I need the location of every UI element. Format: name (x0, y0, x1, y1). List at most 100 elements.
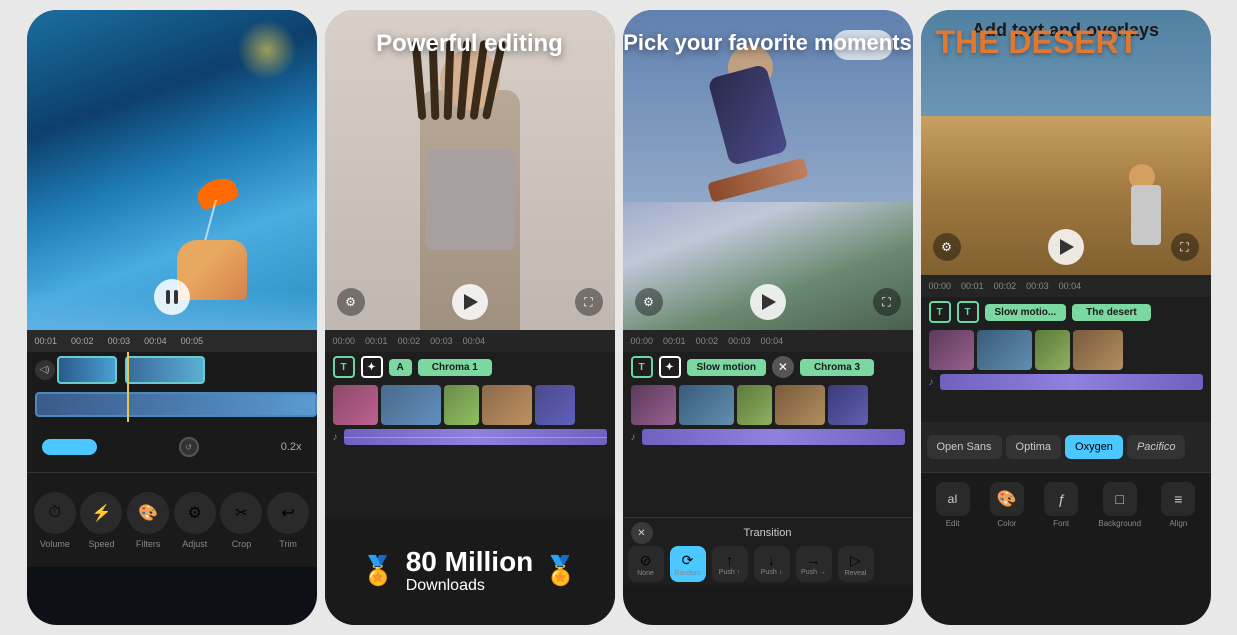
gear-icon-3: ⚙ (643, 295, 654, 309)
bottom-toolbar-1: ⏱ Volume ⚡ Speed 🎨 Filters ⚙ Adjust ✂ Cr… (27, 472, 317, 567)
trans-reveal-btn[interactable]: ▷ Reveal (838, 546, 874, 582)
vid-clip-2-1[interactable] (333, 385, 378, 425)
clip-desert-badge[interactable]: The desert (1072, 304, 1151, 321)
volume-label: Volume (40, 539, 70, 549)
expand-icon-3: ⛶ (882, 295, 890, 310)
vid-clip-3-3[interactable] (737, 385, 772, 425)
clip-chroma1-badge[interactable]: Chroma 1 (418, 359, 492, 376)
tool-volume[interactable]: ⏱ Volume (34, 492, 76, 549)
pause-button[interactable] (154, 279, 190, 315)
font-optima-btn[interactable]: Optima (1006, 435, 1061, 459)
timeline-area-2: 00:00 00:01 00:02 00:03 00:04 (325, 330, 615, 352)
tool-color-4[interactable]: 🎨 Color (990, 482, 1024, 528)
clip-slowmo-badge[interactable]: Slow motion (687, 359, 766, 376)
vid-clip-2-4[interactable] (482, 385, 532, 425)
tool-font-4[interactable]: ƒ Font (1044, 482, 1078, 528)
trans-reveal-icon: ▷ (850, 552, 861, 569)
tool-filters[interactable]: 🎨 Filters (127, 492, 169, 549)
clip-chroma3-badge[interactable]: Chroma 3 (800, 359, 874, 376)
speed-knob[interactable]: ↺ (179, 437, 199, 457)
trans-push1-icon: ↑ (726, 552, 733, 568)
tool-edit-4[interactable]: aI Edit (936, 482, 970, 528)
t-mark-4-1: 00:01 (961, 281, 984, 291)
time-00:04: 00:04 (144, 336, 167, 346)
cross-remove-icon[interactable]: ✕ (772, 356, 794, 378)
trans-push2-btn[interactable]: ↓ Push ↓ (754, 546, 790, 582)
vid-clip-4-2[interactable] (977, 330, 1032, 370)
trans-push1-btn[interactable]: ↑ Push ↑ (712, 546, 748, 582)
settings-button-3[interactable]: ⚙ (635, 288, 663, 316)
laurel-left: 🏅 (361, 554, 396, 587)
t-mark-4-0: 00:00 (929, 281, 952, 291)
trim-icon: ↩ (267, 492, 309, 534)
vid-clip-3-2[interactable] (679, 385, 734, 425)
audio-wave-3 (642, 429, 905, 445)
phone-screen-4: Add text and overlays THE DESERT ⚙ ⛶ 00:… (921, 10, 1211, 625)
color-icon-4: 🎨 (990, 482, 1024, 516)
vid-clip-3-5[interactable] (828, 385, 868, 425)
expand-button-3[interactable]: ⛶ (873, 288, 901, 316)
vid-clip-2-5[interactable] (535, 385, 575, 425)
timeline-track-area-1: ◁) (27, 352, 317, 422)
color-label-4: Color (997, 519, 1016, 528)
t-mark-4-4: 00:04 (1059, 281, 1082, 291)
speed-slider[interactable] (42, 439, 97, 455)
screenshots-container: 00:01 00:02 00:03 00:04 00:05 ◁) ↺ (0, 0, 1237, 635)
font-open-sans-btn[interactable]: Open Sans (927, 435, 1002, 459)
time-00:01: 00:01 (35, 336, 58, 346)
vid-clip-3-4[interactable] (775, 385, 825, 425)
speed-label: Speed (88, 539, 114, 549)
play-button-2[interactable] (452, 284, 488, 320)
vid-clip-4-3[interactable] (1035, 330, 1070, 370)
bg-label-4: Background (1098, 519, 1141, 528)
tool-adjust[interactable]: ⚙ Adjust (174, 492, 216, 549)
font-oxygen-btn[interactable]: Oxygen (1065, 435, 1123, 459)
desert-title-text: THE DESERT (936, 25, 1139, 60)
vid-clip-3-1[interactable] (631, 385, 676, 425)
settings-button-4[interactable]: ⚙ (933, 233, 961, 261)
million-number: 80 Million (406, 547, 534, 578)
tool-trim[interactable]: ↩ Trim (267, 492, 309, 549)
adjust-icon: ⚙ (174, 492, 216, 534)
downloads-label: Downloads (406, 577, 534, 595)
expand-button-4[interactable]: ⛶ (1171, 233, 1199, 261)
align-label-4: Align (1169, 519, 1187, 528)
clip-slowmo2-badge[interactable]: Slow motio... (985, 304, 1067, 321)
settings-button-2[interactable]: ⚙ (337, 288, 365, 316)
track-row-1[interactable]: ◁) (27, 352, 317, 387)
expand-button-2[interactable]: ⛶ (575, 288, 603, 316)
play-triangle-2 (464, 294, 478, 310)
tool-align-4[interactable]: ≡ Align (1161, 482, 1195, 528)
laurel-row: 🏅 80 Million Downloads 🏅 (361, 547, 578, 596)
video-clips-row-3 (623, 382, 913, 427)
vid-clip-4-4[interactable] (1073, 330, 1123, 370)
video-clip-thumb-2[interactable] (125, 356, 205, 384)
font-pacifico-btn[interactable]: Pacifico (1127, 435, 1186, 459)
bottom-badge-area: 🏅 80 Million Downloads 🏅 (325, 517, 615, 625)
trans-push3-label: Push → (801, 569, 826, 576)
vol-btn-1[interactable]: ◁) (35, 360, 55, 380)
audio-icon-4: ♪ (929, 377, 934, 388)
audio-row-2: ♪ (325, 427, 615, 447)
tool-bg-4[interactable]: □ Background (1098, 482, 1141, 528)
video-clip-thumb-1[interactable] (57, 356, 117, 384)
heading-area-2: Powerful editing (325, 30, 615, 59)
time-00:02: 00:02 (71, 336, 94, 346)
transition-buttons-row: ⊘ None ⟳ Random ↑ Push ↑ ↓ Push ↓ → Pu (623, 544, 913, 584)
audio-wave-4 (940, 374, 1203, 390)
tool-crop[interactable]: ✂ Crop (220, 492, 262, 549)
track-row-2[interactable] (27, 387, 317, 422)
trans-push3-btn[interactable]: → Push → (796, 546, 832, 582)
close-transition-button[interactable]: ✕ (631, 522, 653, 544)
trans-random-btn[interactable]: ⟳ Random (670, 546, 706, 582)
vid-clip-4-1[interactable] (929, 330, 974, 370)
vid-clip-2-2[interactable] (381, 385, 441, 425)
video-area-2: Powerful editing ⚙ ⛶ (325, 10, 615, 330)
pause-icon (166, 290, 178, 304)
vid-clip-2-3[interactable] (444, 385, 479, 425)
tool-speed[interactable]: ⚡ Speed (80, 492, 122, 549)
play-button-3[interactable] (750, 284, 786, 320)
trans-none-btn[interactable]: ⊘ None (628, 546, 664, 582)
clip-a-badge[interactable]: A (389, 359, 412, 376)
play-button-4[interactable] (1048, 229, 1084, 265)
